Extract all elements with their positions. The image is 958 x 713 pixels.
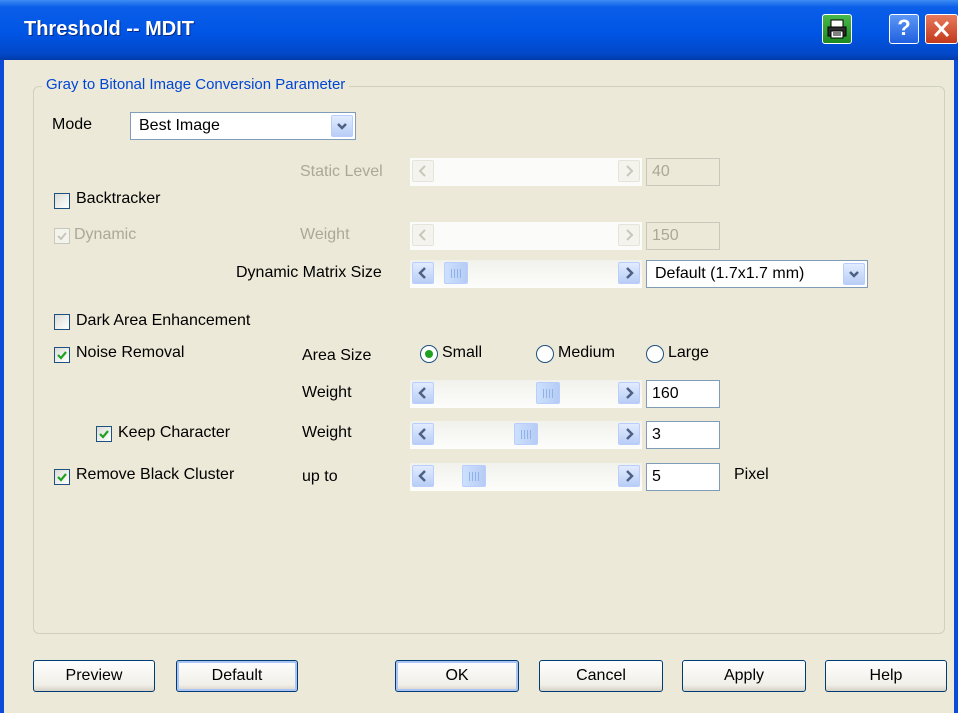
noise-right-arrow-icon[interactable] xyxy=(618,382,640,404)
matrix-size-label: Dynamic Matrix Size xyxy=(236,264,382,281)
area-size-label: Area Size xyxy=(302,347,372,364)
window-border-right xyxy=(954,60,958,713)
dynamic-weight-value: 150 xyxy=(652,227,679,244)
dark-area-label: Dark Area Enhancement xyxy=(76,312,251,329)
mode-value: Best Image xyxy=(139,117,220,134)
black-cluster-checkbox[interactable] xyxy=(54,469,70,485)
dynamic-weight-left-arrow-icon xyxy=(412,224,434,246)
static-level-left-arrow-icon xyxy=(412,160,434,182)
black-cluster-slider[interactable] xyxy=(410,463,642,491)
window-title: Threshold -- MDIT xyxy=(24,18,194,40)
print-button[interactable] xyxy=(822,14,852,44)
keep-weight-value: 3 xyxy=(652,426,661,443)
black-cluster-value: 5 xyxy=(652,468,661,485)
backtracker-label: Backtracker xyxy=(76,190,161,207)
matrix-slider-thumb[interactable] xyxy=(444,262,468,284)
static-level-slider xyxy=(410,158,642,186)
dynamic-weight-slider xyxy=(410,222,642,250)
radio-dot-icon xyxy=(425,350,433,358)
dark-area-checkbox[interactable] xyxy=(54,314,70,330)
backtracker-checkbox[interactable] xyxy=(54,193,70,209)
close-button[interactable] xyxy=(925,14,958,44)
dynamic-label: Dynamic xyxy=(74,226,137,243)
radio-small[interactable] xyxy=(420,345,438,363)
apply-button[interactable]: Apply xyxy=(682,660,806,692)
static-level-label: Static Level xyxy=(300,163,383,180)
chevron-down-icon[interactable] xyxy=(843,263,865,285)
radio-small-label: Small xyxy=(442,344,483,361)
group-title: Gray to Bitonal Image Conversion Paramet… xyxy=(42,76,350,93)
noise-left-arrow-icon[interactable] xyxy=(412,382,434,404)
noise-removal-label: Noise Removal xyxy=(76,344,185,361)
help-button[interactable]: Help xyxy=(825,660,947,692)
keep-weight-label: Weight xyxy=(302,424,352,441)
keep-slider-thumb[interactable] xyxy=(514,423,538,445)
noise-slider-thumb[interactable] xyxy=(536,382,560,404)
keep-right-arrow-icon[interactable] xyxy=(618,423,640,445)
radio-large[interactable] xyxy=(646,345,664,363)
ok-button[interactable]: OK xyxy=(395,660,519,692)
cluster-slider-thumb[interactable] xyxy=(462,465,486,487)
noise-weight-input[interactable]: 160 xyxy=(646,380,720,408)
dynamic-weight-right-arrow-icon xyxy=(618,224,640,246)
check-icon xyxy=(57,232,67,241)
check-icon xyxy=(99,430,109,439)
check-icon xyxy=(57,351,67,360)
radio-large-label: Large xyxy=(668,344,709,361)
pixel-unit-label: Pixel xyxy=(734,466,769,483)
matrix-size-value: Default (1.7x1.7 mm) xyxy=(655,265,805,282)
cluster-left-arrow-icon[interactable] xyxy=(412,465,434,487)
dynamic-weight-label: Weight xyxy=(300,226,350,243)
black-cluster-label: Remove Black Cluster xyxy=(76,466,235,483)
cluster-right-arrow-icon[interactable] xyxy=(618,465,640,487)
radio-medium-label: Medium xyxy=(558,344,615,361)
printer-icon xyxy=(827,19,847,39)
check-icon xyxy=(57,473,67,482)
cancel-button[interactable]: Cancel xyxy=(539,660,663,692)
noise-weight-label: Weight xyxy=(302,384,352,401)
noise-weight-slider[interactable] xyxy=(410,380,642,408)
default-button[interactable]: Default xyxy=(176,660,298,692)
mode-label: Mode xyxy=(52,116,93,133)
keep-character-label: Keep Character xyxy=(118,424,231,441)
matrix-right-arrow-icon[interactable] xyxy=(618,262,640,284)
upto-label: up to xyxy=(302,468,338,485)
black-cluster-input[interactable]: 5 xyxy=(646,463,720,491)
static-level-input: 40 xyxy=(646,158,720,186)
matrix-size-dropdown[interactable]: Default (1.7x1.7 mm) xyxy=(646,260,868,288)
static-level-value: 40 xyxy=(652,163,670,180)
mode-dropdown[interactable]: Best Image xyxy=(130,112,356,140)
help-title-button[interactable]: ? xyxy=(889,14,919,44)
dynamic-weight-input: 150 xyxy=(646,222,720,250)
radio-medium[interactable] xyxy=(536,345,554,363)
keep-left-arrow-icon[interactable] xyxy=(412,423,434,445)
keep-character-checkbox[interactable] xyxy=(96,426,112,442)
dynamic-checkbox xyxy=(54,228,70,244)
preview-button[interactable]: Preview xyxy=(33,660,155,692)
chevron-down-icon[interactable] xyxy=(331,115,353,137)
window-border-left xyxy=(0,60,4,713)
close-icon xyxy=(933,20,950,38)
noise-removal-checkbox[interactable] xyxy=(54,347,70,363)
noise-weight-value: 160 xyxy=(652,385,679,402)
keep-weight-input[interactable]: 3 xyxy=(646,421,720,449)
static-level-right-arrow-icon xyxy=(618,160,640,182)
matrix-left-arrow-icon[interactable] xyxy=(412,262,434,284)
